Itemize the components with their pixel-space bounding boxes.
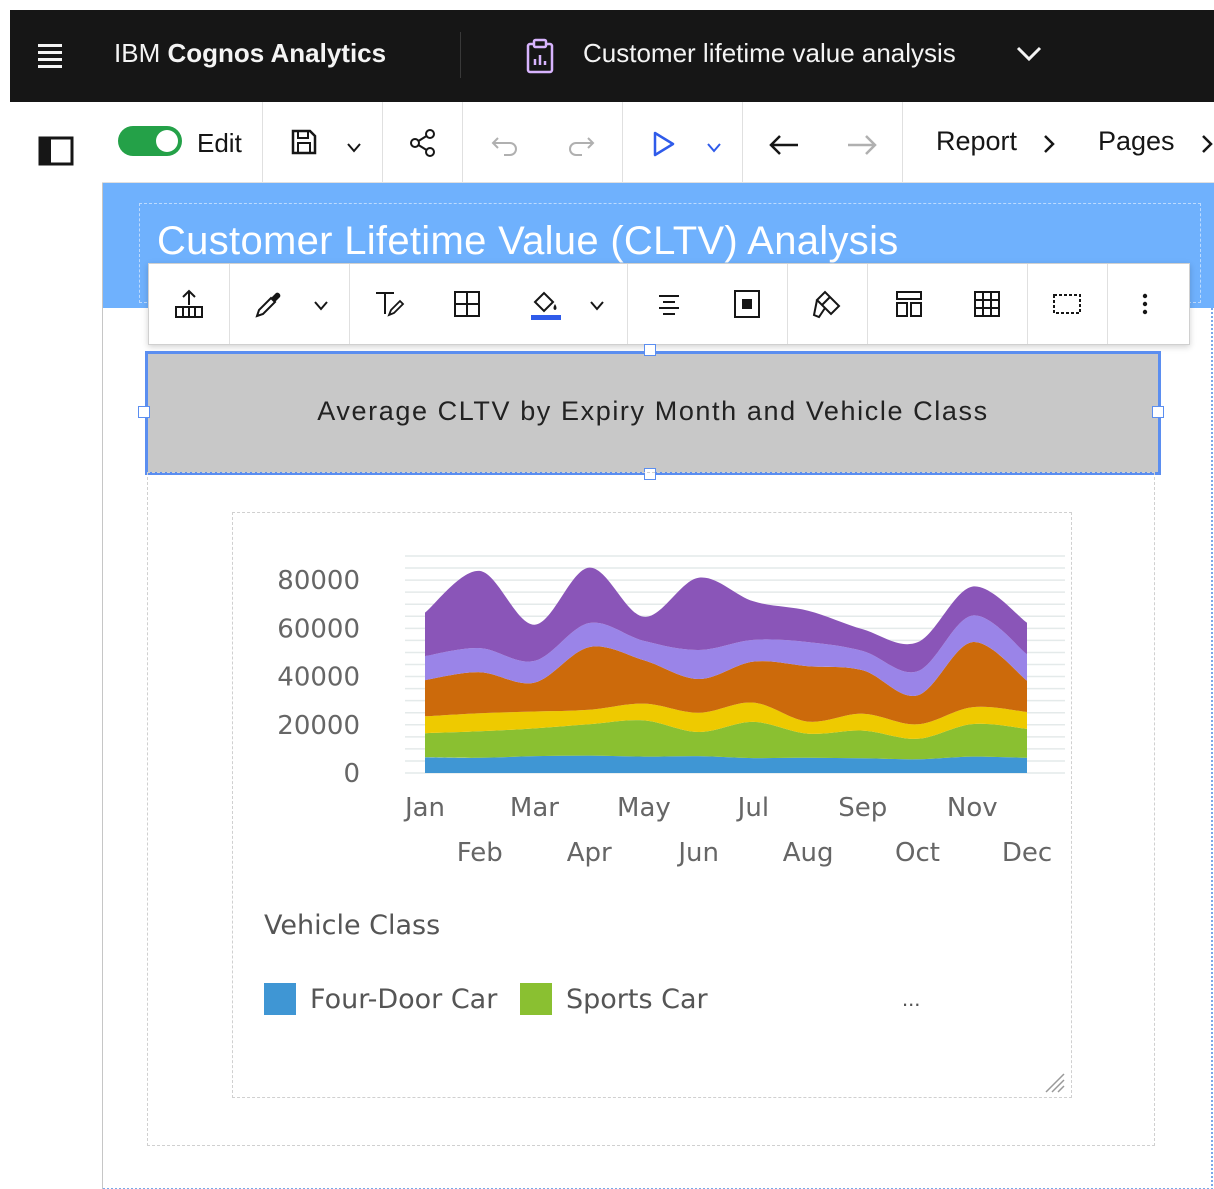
forward-arrow-icon[interactable] bbox=[846, 134, 878, 156]
eyedropper-icon[interactable] bbox=[253, 288, 285, 320]
fill-color-icon[interactable] bbox=[529, 288, 563, 322]
breadcrumb-chevron-icon bbox=[1202, 135, 1213, 153]
edit-mode-toggle[interactable] bbox=[118, 126, 182, 156]
format-toolbar bbox=[148, 263, 1190, 345]
padding-icon[interactable] bbox=[731, 288, 763, 320]
side-panel-toggle-icon[interactable] bbox=[38, 136, 74, 166]
table-icon[interactable] bbox=[451, 288, 483, 320]
toolbar-divider bbox=[462, 102, 463, 182]
resize-handle-right[interactable] bbox=[1152, 406, 1164, 418]
x-tick-label: Apr bbox=[567, 838, 612, 868]
stacked-area-chart[interactable]: 0 20000 40000 60000 80000 Jan Mar May Jul Sep Nov F… bbox=[232, 512, 1070, 902]
x-tick-label: Jun bbox=[676, 838, 719, 868]
x-tick-label: Nov bbox=[947, 793, 998, 823]
x-tick-label: Feb bbox=[457, 838, 503, 868]
legend-title: Vehicle Class bbox=[264, 910, 441, 941]
selected-chart-title-block[interactable]: Average CLTV by Expiry Month and Vehicle… bbox=[145, 351, 1161, 475]
toolbar-divider bbox=[262, 102, 263, 182]
cognos-app: IBM Cognos Analytics Customer lifetime v… bbox=[10, 10, 1214, 1189]
main-toolbar: Edit Report Pages bbox=[102, 102, 1214, 183]
format-toolbar-divider bbox=[349, 264, 350, 344]
text-style-icon[interactable] bbox=[373, 288, 405, 320]
format-toolbar-divider bbox=[1107, 264, 1108, 344]
hamburger-menu-icon[interactable] bbox=[38, 40, 66, 70]
legend-item-sports-car[interactable]: Sports Car bbox=[520, 982, 708, 1016]
chart-title[interactable]: Average CLTV by Expiry Month and Vehicle… bbox=[148, 396, 1158, 427]
y-tick-label: 0 bbox=[343, 759, 360, 789]
format-toolbar-divider bbox=[1027, 264, 1028, 344]
run-options-chevron-icon[interactable] bbox=[706, 142, 722, 154]
y-tick-label: 80000 bbox=[277, 566, 360, 596]
x-tick-label: Sep bbox=[838, 793, 887, 823]
report-clipboard-icon[interactable] bbox=[525, 38, 555, 74]
resize-handle-left[interactable] bbox=[138, 406, 150, 418]
share-icon[interactable] bbox=[408, 128, 438, 158]
align-center-icon[interactable] bbox=[653, 288, 685, 320]
toolbar-divider bbox=[622, 102, 623, 182]
topbar-divider bbox=[460, 32, 461, 78]
x-tick-label: Dec bbox=[1002, 838, 1052, 868]
resize-grip-icon[interactable] bbox=[1042, 1070, 1066, 1094]
eyedropper-chevron-icon[interactable] bbox=[313, 300, 329, 312]
save-icon[interactable] bbox=[290, 128, 318, 156]
format-toolbar-divider bbox=[867, 264, 868, 344]
overflow-menu-icon[interactable] bbox=[1139, 288, 1151, 320]
border-icon[interactable] bbox=[1051, 288, 1083, 320]
save-options-chevron-icon[interactable] bbox=[346, 142, 362, 154]
chevron-down-icon[interactable] bbox=[1015, 44, 1043, 64]
style-brush-icon[interactable] bbox=[811, 288, 843, 320]
upload-data-icon[interactable] bbox=[173, 288, 205, 320]
layout-icon[interactable] bbox=[893, 288, 925, 320]
brand-product: Cognos Analytics bbox=[167, 38, 387, 68]
toolbar-divider bbox=[902, 102, 903, 182]
legend-item-four-door-car[interactable]: Four-Door Car bbox=[264, 982, 497, 1016]
y-tick-label: 60000 bbox=[277, 614, 360, 644]
breadcrumb-chevron-icon bbox=[1044, 135, 1055, 153]
top-nav-bar: IBM Cognos Analytics Customer lifetime v… bbox=[10, 10, 1214, 102]
x-tick-label: Mar bbox=[510, 793, 559, 823]
brand-name: IBM Cognos Analytics bbox=[114, 38, 386, 69]
format-toolbar-divider bbox=[627, 264, 628, 344]
edit-label: Edit bbox=[197, 128, 242, 158]
run-icon[interactable] bbox=[652, 130, 676, 158]
x-tick-label: Oct bbox=[895, 838, 940, 868]
legend-label: Sports Car bbox=[566, 983, 708, 1015]
breadcrumb-report[interactable]: Report bbox=[936, 126, 1017, 157]
y-tick-label: 40000 bbox=[277, 663, 360, 693]
format-toolbar-divider bbox=[229, 264, 230, 344]
report-heading[interactable]: Customer Lifetime Value (CLTV) Analysis bbox=[157, 219, 899, 264]
undo-icon[interactable] bbox=[490, 134, 520, 156]
toggle-knob bbox=[156, 130, 178, 152]
toolbar-divider bbox=[382, 102, 383, 182]
report-title[interactable]: Customer lifetime value analysis bbox=[583, 38, 956, 69]
brand-prefix: IBM bbox=[114, 38, 161, 68]
x-tick-label: May bbox=[617, 793, 671, 823]
x-tick-label: Jul bbox=[736, 793, 769, 823]
legend-swatch bbox=[264, 983, 296, 1015]
redo-icon[interactable] bbox=[566, 134, 596, 156]
legend-more-ellipsis[interactable]: ... bbox=[902, 986, 920, 1012]
fill-color-swatch bbox=[531, 315, 561, 320]
x-tick-label: Jan bbox=[403, 793, 445, 823]
legend-swatch bbox=[520, 983, 552, 1015]
back-arrow-icon[interactable] bbox=[768, 134, 800, 156]
y-tick-label: 20000 bbox=[277, 711, 360, 741]
resize-handle-top[interactable] bbox=[644, 344, 656, 356]
grid-icon[interactable] bbox=[971, 288, 1003, 320]
format-toolbar-divider bbox=[787, 264, 788, 344]
toolbar-divider bbox=[742, 102, 743, 182]
x-tick-label: Aug bbox=[783, 838, 834, 868]
fill-color-chevron-icon[interactable] bbox=[589, 300, 605, 312]
breadcrumb-pages[interactable]: Pages bbox=[1098, 126, 1175, 157]
legend-label: Four-Door Car bbox=[310, 983, 498, 1015]
